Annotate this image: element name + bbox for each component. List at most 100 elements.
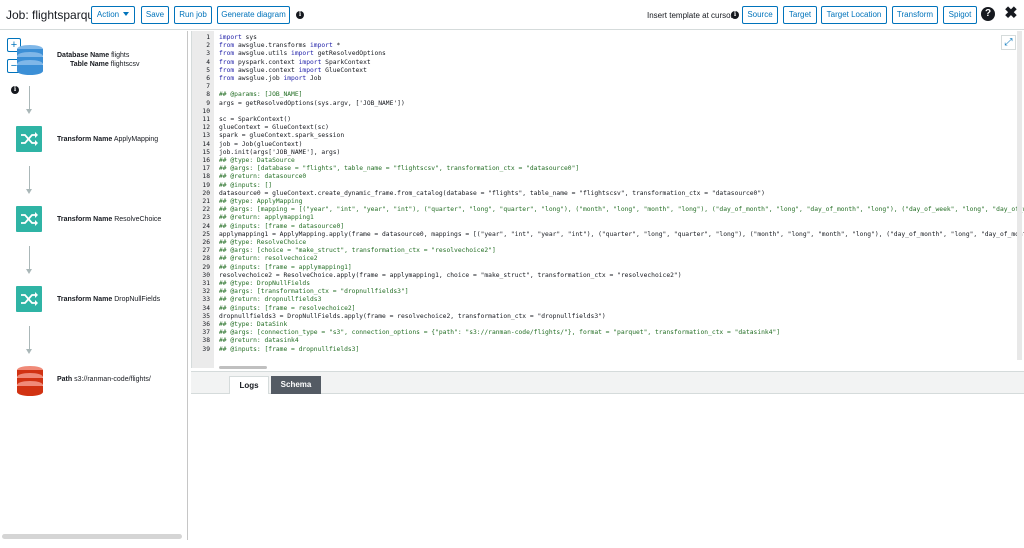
code-line[interactable]: 1 import sys	[192, 34, 1024, 42]
code-line[interactable]: 19 ## @inputs: []	[192, 182, 1024, 190]
line-number: 12	[202, 124, 210, 132]
code-line[interactable]: 25 applymapping1 = ApplyMapping.apply(fra…	[192, 231, 1024, 239]
database-name-value: flights	[111, 52, 130, 59]
keyword: from	[219, 58, 235, 66]
spigot-template-button[interactable]: Spigot	[943, 6, 977, 24]
code-line[interactable]: 12 glueContext = GlueContext(sc)	[192, 124, 1024, 132]
code-line[interactable]: 33 ## @return: dropnullfields3	[192, 296, 1024, 304]
action-dropdown-button[interactable]: Action	[91, 6, 135, 24]
code-line[interactable]: 18 ## @return: datasource0	[192, 173, 1024, 181]
info-icon[interactable]: i	[731, 11, 739, 19]
code-line[interactable]: 3 from awsglue.utils import getResolvedOp…	[192, 50, 1024, 58]
code-line[interactable]: 38 ## @return: datasink4	[192, 337, 1024, 345]
horizontal-scrollbar[interactable]	[2, 534, 182, 539]
code-line[interactable]: 30 resolvechoice2 = ResolveChoice.apply(f…	[192, 272, 1024, 280]
line-number: 23	[202, 214, 210, 222]
line-number: 8	[206, 91, 210, 99]
code-line[interactable]: 37 ## @args: [connection_type = "s3", con…	[192, 329, 1024, 337]
code-line[interactable]: 31 ## @type: DropNullFields	[192, 280, 1024, 288]
line-number: 36	[202, 321, 210, 328]
code-line[interactable]: 23 ## @return: applymapping1	[192, 214, 1024, 222]
code-line[interactable]: 34 ## @inputs: [frame = resolvechoice2]	[192, 305, 1024, 313]
line-number: 38	[202, 337, 210, 345]
code-text: ## @type: DataSink	[219, 321, 288, 328]
code-line[interactable]: 2 from awsglue.transforms import *	[192, 42, 1024, 50]
code-line[interactable]: 8 ## @params: [JOB_NAME]	[192, 91, 1024, 99]
transform-template-button[interactable]: Transform	[892, 6, 938, 24]
code-text: ## @type: DropNullFields	[219, 280, 310, 287]
keyword: import	[283, 75, 307, 82]
line-number: 19	[202, 181, 210, 189]
code-line[interactable]: 10	[192, 108, 1024, 116]
transform-value: DropNullFields	[114, 296, 161, 303]
save-button[interactable]: Save	[141, 6, 169, 24]
transform-node-label[interactable]: Transform Name ResolveChoice	[57, 215, 161, 224]
code-text: datasource0 = glueContext.create_dynamic…	[219, 189, 765, 197]
code-line[interactable]: 26 ## @type: ResolveChoice	[192, 239, 1024, 247]
target-template-button[interactable]: Target	[783, 6, 817, 24]
line-number: 29	[202, 263, 210, 271]
code-line[interactable]: 36 ## @type: DataSink	[192, 321, 1024, 329]
code-line[interactable]: 17 ## @args: [database = "flights", table…	[192, 165, 1024, 173]
generate-diagram-button[interactable]: Generate diagram	[217, 6, 290, 24]
code-line[interactable]: 15 job.init(args['JOB_NAME'], args)	[192, 149, 1024, 157]
code-text: ## @args: [choice = "make_struct", trans…	[219, 247, 496, 255]
code-line[interactable]: 11 sc = SparkContext()	[192, 116, 1024, 124]
line-number: 7	[206, 83, 210, 91]
code-line[interactable]: 5 from awsglue.context import GlueContext	[192, 67, 1024, 75]
line-number: 39	[202, 345, 210, 353]
code-line[interactable]: 39 ## @inputs: [frame = dropnullfields3]	[192, 346, 1024, 354]
run-job-button[interactable]: Run job	[174, 6, 212, 24]
database-icon[interactable]	[15, 44, 45, 76]
line-number: 32	[202, 288, 210, 296]
line-number: 28	[202, 255, 210, 263]
tab-logs[interactable]: Logs	[229, 376, 269, 394]
code-line[interactable]: 9 args = getResolvedOptions(sys.argv, ['J…	[192, 100, 1024, 108]
keyword: import	[298, 58, 322, 66]
code-line[interactable]: 4 from pyspark.context import SparkContex…	[192, 59, 1024, 67]
code-line[interactable]: 14 job = Job(glueContext)	[192, 141, 1024, 149]
insert-template-label: Insert template at cursor	[647, 11, 734, 20]
editor-horizontal-scrollbar[interactable]	[219, 366, 267, 369]
shuffle-glyph	[21, 132, 38, 146]
code-line[interactable]: 27 ## @args: [choice = "make_struct", tra…	[192, 247, 1024, 255]
editor-vertical-scrollbar[interactable]	[1017, 31, 1022, 360]
code-line[interactable]: 6 from awsglue.job import Job	[192, 75, 1024, 83]
source-template-button[interactable]: Source	[742, 6, 778, 24]
info-icon[interactable]: i	[296, 11, 304, 19]
shuffle-icon[interactable]	[16, 126, 42, 152]
code-line[interactable]: 29 ## @inputs: [frame = applymapping1]	[192, 264, 1024, 272]
code-text: ## @inputs: [frame = dropnullfields3]	[219, 345, 360, 353]
code-line[interactable]: 22 ## @args: [mapping = [("year", "int", …	[192, 206, 1024, 214]
code-text: args = getResolvedOptions(sys.argv, ['JO…	[219, 99, 405, 107]
code-text: resolvechoice2 = ResolveChoice.apply(fra…	[219, 271, 682, 279]
code-line[interactable]: 16 ## @type: DataSource	[192, 157, 1024, 165]
line-number: 24	[202, 222, 210, 230]
code-line[interactable]: 7	[192, 83, 1024, 91]
target-node-label[interactable]: Path s3://ranman-code/flights/	[57, 375, 151, 384]
transform-node-label[interactable]: Transform Name ApplyMapping	[57, 135, 158, 144]
tab-schema[interactable]: Schema	[271, 376, 321, 394]
code-line[interactable]: 32 ## @args: [transformation_ctx = "dropn…	[192, 288, 1024, 296]
shuffle-icon[interactable]	[16, 286, 42, 312]
shuffle-icon[interactable]	[16, 206, 42, 232]
transform-node-label[interactable]: Transform Name DropNullFields	[57, 295, 160, 304]
line-number: 11	[202, 116, 210, 123]
target-location-template-button[interactable]: Target Location	[821, 6, 887, 24]
code-line[interactable]: 21 ## @type: ApplyMapping	[192, 198, 1024, 206]
script-editor[interactable]: 1 import sys 2 from awsglue.transforms impo…	[191, 31, 1024, 368]
code-line[interactable]: 24 ## @inputs: [frame = datasource0]	[192, 223, 1024, 231]
expand-icon[interactable]: ⤢	[1001, 35, 1016, 50]
code-line[interactable]: 20 datasource0 = glueContext.create_dynam…	[192, 190, 1024, 198]
database-icon[interactable]	[15, 365, 45, 397]
keyword: from	[219, 66, 235, 74]
code-text: glueContext = GlueContext(sc)	[219, 124, 329, 132]
help-icon[interactable]: ?	[981, 7, 995, 21]
close-icon[interactable]: ✖	[1004, 6, 1018, 22]
code-line[interactable]: 13 spark = glueContext.spark_session	[192, 132, 1024, 140]
code-line[interactable]: 28 ## @return: resolvechoice2	[192, 255, 1024, 263]
code-line[interactable]: 35 dropnullfields3 = DropNullFields.apply…	[192, 313, 1024, 321]
info-icon[interactable]: i	[11, 86, 19, 94]
source-node-label[interactable]: Database Name flights Table Name flights…	[57, 51, 140, 69]
code-text: applymapping1 = ApplyMapping.apply(frame…	[219, 230, 1024, 238]
